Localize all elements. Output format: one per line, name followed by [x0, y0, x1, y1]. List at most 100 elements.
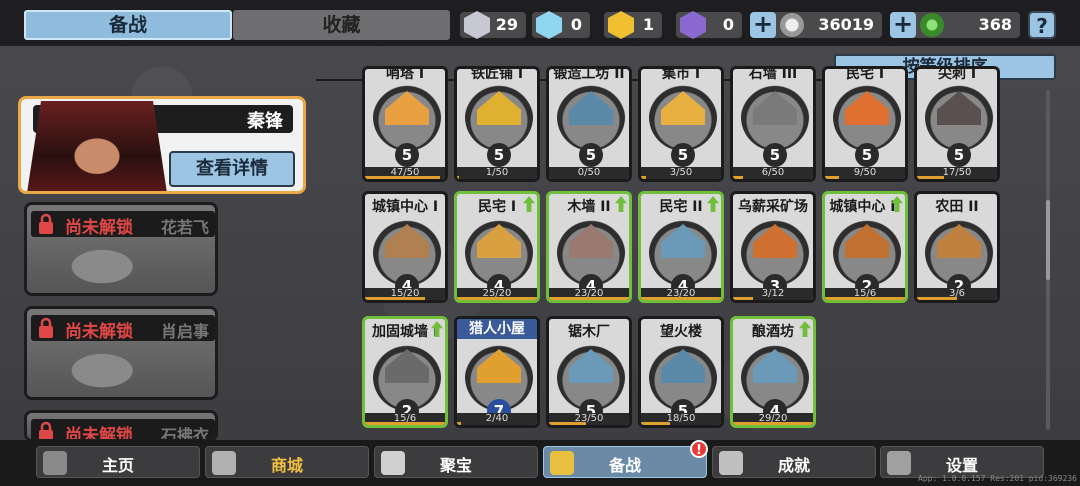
purple-shard-icon: [680, 11, 706, 39]
building-progress-text: 6/50: [761, 167, 785, 178]
building-card[interactable]: 猎人小屋 7 2/40: [454, 316, 540, 428]
building-progress-bar: 0/50: [549, 167, 629, 179]
tab-collection[interactable]: 收藏: [233, 10, 450, 40]
notification-badge: !: [690, 440, 708, 458]
building-card[interactable]: 木墙 II 4 23/20: [546, 191, 632, 303]
locked-hero-card[interactable]: 尚未解锁 花若飞: [24, 202, 218, 296]
building-title: 哨塔 I: [385, 66, 425, 82]
building-progress-text: 15/20: [390, 288, 420, 299]
building-card[interactable]: 城镇中心 I 4 15/20: [362, 191, 448, 303]
view-details-button[interactable]: 查看详情: [169, 151, 295, 187]
building-progress-text: 3/12: [761, 288, 785, 299]
building-card[interactable]: 民宅 I 4 25/20: [454, 191, 540, 303]
tab-prepare[interactable]: 备战: [24, 10, 232, 40]
building-progress-text: 2/40: [485, 413, 509, 424]
green-gem-count: 368: [978, 15, 1012, 34]
building-progress-text: 25/20: [482, 288, 512, 299]
silver-coin-icon: [780, 13, 804, 37]
building-card[interactable]: 集市 I 5 3/50: [638, 66, 724, 182]
nav-shop-button[interactable]: 商城: [205, 446, 369, 478]
building-progress-text: 23/20: [574, 288, 604, 299]
add-coin-button[interactable]: +: [750, 12, 776, 38]
building-card[interactable]: 酿酒坊 4 29/20: [730, 316, 816, 428]
silver-shard-icon: [464, 11, 490, 39]
nav-label: 成就: [777, 456, 810, 475]
resource-gold-shard: 1: [604, 11, 662, 39]
nav-label: 备战: [608, 456, 641, 475]
building-progress-bar: 25/20: [457, 288, 537, 300]
help-button[interactable]: ?: [1028, 11, 1056, 39]
building-title: 城镇中心 II: [829, 199, 901, 215]
building-progress-bar: 23/50: [549, 413, 629, 425]
nav-home-button[interactable]: 主页: [36, 446, 200, 478]
locked-hero-card[interactable]: 尚未解锁 肖启事: [24, 306, 218, 400]
building-title: 集市 I: [661, 66, 701, 82]
building-card[interactable]: 城镇中心 II 2 15/6: [822, 191, 908, 303]
building-progress-text: 15/6: [853, 288, 877, 299]
nav-treasure-button[interactable]: 聚宝: [374, 446, 538, 478]
building-title: 锯木厂: [568, 324, 610, 340]
silver-coin-count: 36019: [818, 15, 874, 34]
building-title: 望火楼: [660, 324, 702, 340]
building-card[interactable]: 哨塔 I 5 47/50: [362, 66, 448, 182]
building-title: 加固城墙 I: [371, 324, 439, 340]
silver-shard-count: 29: [495, 15, 518, 34]
crystal-shard-icon: [536, 11, 562, 39]
building-progress-text: 17/50: [942, 167, 972, 178]
building-progress-text: 3/50: [669, 167, 693, 178]
building-progress-text: 29/20: [758, 413, 788, 424]
hero-portrait: [27, 101, 167, 191]
building-progress-text: 18/50: [666, 413, 696, 424]
building-progress-bar: 3/6: [917, 288, 997, 300]
building-card[interactable]: 尖刺 I 5 17/50: [914, 66, 1000, 182]
nav-achievement-button[interactable]: 成就: [712, 446, 876, 478]
hero-name: 秦锋: [247, 111, 283, 132]
building-card[interactable]: 铁匠铺 I 5 1/50: [454, 66, 540, 182]
building-title: 民宅 I: [845, 66, 885, 82]
building-card[interactable]: 锻造工坊 II 5 0/50: [546, 66, 632, 182]
scrollbar-thumb[interactable]: [1046, 200, 1050, 280]
building-title: 乌薪采矿场: [738, 199, 808, 215]
locked-hero-name: 花若飞: [160, 218, 209, 237]
building-title: 尖刺 I: [937, 66, 977, 82]
building-level: 5: [671, 143, 695, 167]
add-gem-button[interactable]: +: [890, 12, 916, 38]
lock-status: 尚未解锁: [65, 426, 133, 442]
building-card[interactable]: 民宅 II 4 23/20: [638, 191, 724, 303]
building-progress-bar: 1/50: [457, 167, 537, 179]
building-progress-bar: 15/6: [825, 288, 905, 300]
building-title: 铁匠铺 I: [470, 66, 524, 82]
building-progress-text: 47/50: [390, 167, 420, 178]
green-gem-icon: [920, 13, 944, 37]
building-progress-bar: 18/50: [641, 413, 721, 425]
building-level: 5: [487, 143, 511, 167]
building-title: 木墙 II: [567, 199, 611, 215]
building-card[interactable]: 石墙 III 5 6/50: [730, 66, 816, 182]
building-title: 民宅 II: [659, 199, 703, 215]
building-card[interactable]: 乌薪采矿场 3 3/12: [730, 191, 816, 303]
nav-label: 主页: [101, 456, 134, 475]
top-bar: 备战 收藏 29 0 1 0 + 36019 + 368 ?: [0, 0, 1080, 46]
gold-shard-icon: [608, 11, 634, 39]
lock-icon: [39, 213, 53, 234]
nav-prepare-button[interactable]: 备战: [543, 446, 707, 478]
locked-hero-name: 肖启事: [160, 322, 209, 341]
version-text: App: 1.0.0.157 Res:201 pid:369236: [918, 474, 1077, 483]
building-card[interactable]: 加固城墙 I 2 15/6: [362, 316, 448, 428]
nav-label: 商城: [270, 456, 303, 475]
building-card[interactable]: 望火楼 5 18/50: [638, 316, 724, 428]
gold-shard-count: 1: [642, 15, 654, 34]
lock-bar: 尚未解锁 石拂衣: [31, 419, 215, 442]
building-progress-bar: 15/6: [365, 413, 445, 425]
building-card[interactable]: 锯木厂 5 23/50: [546, 316, 632, 428]
building-card[interactable]: 农田 II 2 3/6: [914, 191, 1000, 303]
crystal-shard-count: 0: [570, 15, 582, 34]
nav-label: 聚宝: [439, 456, 472, 475]
building-card[interactable]: 民宅 I 5 9/50: [822, 66, 908, 182]
locked-hero-card[interactable]: 尚未解锁 石拂衣: [24, 410, 218, 442]
hero-card[interactable]: 秦锋 查看详情: [18, 96, 306, 194]
resource-silver-coin: + 36019: [750, 12, 882, 38]
building-level: 5: [395, 143, 419, 167]
resource-green-gem: + 368: [890, 12, 1020, 38]
lock-icon: [39, 317, 53, 338]
